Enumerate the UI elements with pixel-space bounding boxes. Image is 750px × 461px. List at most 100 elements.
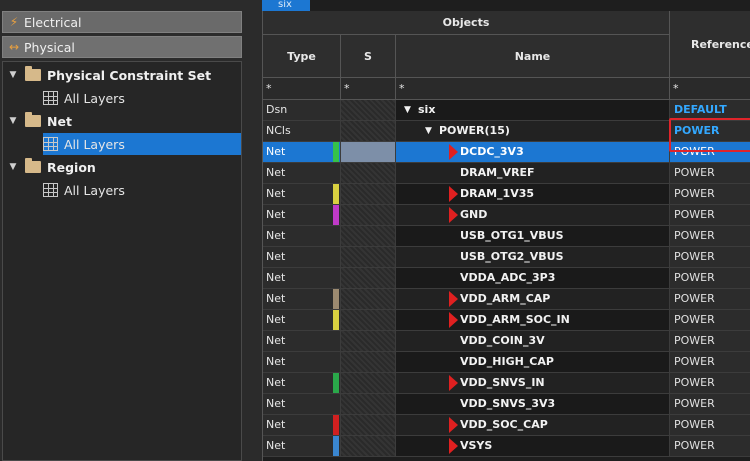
name-cell[interactable]: DRAM_1V35 bbox=[396, 184, 670, 204]
type-filter-input[interactable]: * bbox=[263, 78, 341, 99]
type-cell: Net bbox=[263, 373, 341, 393]
net-name: GND bbox=[460, 208, 488, 221]
name-cell[interactable]: VDDA_ADC_3P3 bbox=[396, 268, 670, 288]
name-cell[interactable]: DCDC_3V3 bbox=[396, 142, 670, 162]
net-name: VDD_SNVS_3V3 bbox=[460, 397, 556, 410]
referenced-cell[interactable]: POWER bbox=[670, 226, 750, 246]
s-cell[interactable] bbox=[341, 415, 396, 435]
name-cell[interactable]: VDD_SNVS_3V3 bbox=[396, 394, 670, 414]
tab-electrical[interactable]: ⚡ Electrical bbox=[2, 11, 242, 33]
s-cell[interactable] bbox=[341, 142, 396, 162]
tree-item-region[interactable]: ▼ Region bbox=[7, 156, 241, 178]
referenced-cell[interactable]: POWER bbox=[670, 205, 750, 225]
table-row[interactable]: Net VDD_SOC_CAP POWER bbox=[263, 415, 750, 436]
name-cell[interactable]: ▼ POWER(15) bbox=[396, 121, 670, 141]
name-cell[interactable]: GND bbox=[396, 205, 670, 225]
spreadsheet-panel: six Objects Referenced Type S Name * * *… bbox=[262, 0, 750, 461]
name-cell[interactable]: VDD_COIN_3V bbox=[396, 331, 670, 351]
table-row[interactable]: Net DRAM_VREF POWER bbox=[263, 163, 750, 184]
s-cell[interactable] bbox=[341, 268, 396, 288]
s-cell[interactable] bbox=[341, 226, 396, 246]
expand-triangle-icon[interactable]: ▼ bbox=[404, 100, 411, 120]
net-marker-icon bbox=[449, 312, 458, 328]
expand-triangle-icon[interactable]: ▼ bbox=[7, 116, 19, 126]
referenced-cell[interactable]: POWER bbox=[670, 373, 750, 393]
net-color-swatch bbox=[333, 310, 339, 330]
name-cell[interactable]: DRAM_VREF bbox=[396, 163, 670, 183]
tab-six[interactable]: six bbox=[262, 0, 310, 11]
name-cell[interactable]: VDD_SOC_CAP bbox=[396, 415, 670, 435]
referenced-cell[interactable]: DEFAULT bbox=[670, 100, 750, 120]
s-cell[interactable] bbox=[341, 394, 396, 414]
tree-item-net-all-layers[interactable]: All Layers bbox=[43, 133, 241, 155]
name-filter-input[interactable]: * bbox=[396, 78, 670, 99]
s-filter-input[interactable]: * bbox=[341, 78, 396, 99]
referenced-cell[interactable]: POWER bbox=[670, 184, 750, 204]
tree-item-region-all-layers[interactable]: All Layers bbox=[43, 179, 241, 201]
tab-physical[interactable]: ↔ Physical bbox=[2, 36, 242, 58]
table-row[interactable]: Net USB_OTG2_VBUS POWER bbox=[263, 247, 750, 268]
name-cell[interactable]: USB_OTG1_VBUS bbox=[396, 226, 670, 246]
table-row[interactable]: Net GND POWER bbox=[263, 205, 750, 226]
s-cell[interactable] bbox=[341, 121, 396, 141]
type-cell: Net bbox=[263, 268, 341, 288]
s-cell[interactable] bbox=[341, 100, 396, 120]
name-cell[interactable]: USB_OTG2_VBUS bbox=[396, 247, 670, 267]
table-row[interactable]: Net USB_OTG1_VBUS POWER bbox=[263, 226, 750, 247]
net-color-swatch bbox=[333, 142, 339, 162]
table-row[interactable]: Net VDD_ARM_SOC_IN POWER bbox=[263, 310, 750, 331]
tree-item-all-layers[interactable]: All Layers bbox=[43, 87, 241, 109]
type-cell: Net bbox=[263, 394, 341, 414]
tree-item-physical-constraint-set[interactable]: ▼ Physical Constraint Set bbox=[7, 64, 241, 86]
s-cell[interactable] bbox=[341, 310, 396, 330]
table-row[interactable]: Net VDD_ARM_CAP POWER bbox=[263, 289, 750, 310]
type-cell: Net bbox=[263, 310, 341, 330]
referenced-cell[interactable]: POWER bbox=[670, 310, 750, 330]
expand-triangle-icon[interactable]: ▼ bbox=[7, 70, 19, 80]
table-row[interactable]: Net DRAM_1V35 POWER bbox=[263, 184, 750, 205]
s-cell[interactable] bbox=[341, 352, 396, 372]
table-row[interactable]: Net VDD_HIGH_CAP POWER bbox=[263, 352, 750, 373]
s-cell[interactable] bbox=[341, 373, 396, 393]
table-row[interactable]: Net VDD_SNVS_3V3 POWER bbox=[263, 394, 750, 415]
referenced-cell[interactable]: POWER bbox=[670, 415, 750, 435]
type-cell: Net bbox=[263, 352, 341, 372]
table-row[interactable]: Net VDD_COIN_3V POWER bbox=[263, 331, 750, 352]
referenced-cell[interactable]: POWER bbox=[670, 268, 750, 288]
referenced-cell[interactable]: POWER bbox=[670, 247, 750, 267]
name-cell[interactable]: VDD_SNVS_IN bbox=[396, 373, 670, 393]
referenced-cell[interactable]: POWER bbox=[670, 394, 750, 414]
referenced-cell[interactable]: POWER bbox=[670, 436, 750, 456]
ref-filter-input[interactable]: * bbox=[670, 78, 750, 99]
referenced-cell[interactable]: POWER bbox=[670, 289, 750, 309]
referenced-column-header[interactable]: Referenced bbox=[670, 11, 750, 78]
s-cell[interactable] bbox=[341, 184, 396, 204]
s-cell[interactable] bbox=[341, 163, 396, 183]
expand-triangle-icon[interactable]: ▼ bbox=[7, 162, 19, 172]
s-cell[interactable] bbox=[341, 436, 396, 456]
tree-item-label: All Layers bbox=[64, 90, 125, 106]
s-cell[interactable] bbox=[341, 289, 396, 309]
type-column-header[interactable]: Type bbox=[263, 35, 341, 78]
name-cell[interactable]: VDD_HIGH_CAP bbox=[396, 352, 670, 372]
table-row[interactable]: Net VSYS POWER bbox=[263, 436, 750, 457]
s-cell[interactable] bbox=[341, 331, 396, 351]
name-cell[interactable]: ▼ six bbox=[396, 100, 670, 120]
name-cell[interactable]: VDD_ARM_CAP bbox=[396, 289, 670, 309]
name-column-header[interactable]: Name bbox=[396, 35, 670, 78]
referenced-cell[interactable]: POWER bbox=[670, 352, 750, 372]
name-cell[interactable]: VDD_ARM_SOC_IN bbox=[396, 310, 670, 330]
table-row[interactable]: Net VDD_SNVS_IN POWER bbox=[263, 373, 750, 394]
worksheet-tree: ▼ Physical Constraint Set All Layers ▼ N… bbox=[2, 61, 242, 461]
object-name: POWER(15) bbox=[439, 124, 510, 137]
net-color-swatch bbox=[333, 184, 339, 204]
name-cell[interactable]: VSYS bbox=[396, 436, 670, 456]
expand-triangle-icon[interactable]: ▼ bbox=[425, 121, 432, 141]
s-cell[interactable] bbox=[341, 247, 396, 267]
s-column-header[interactable]: S bbox=[341, 35, 396, 78]
referenced-cell[interactable]: POWER bbox=[670, 163, 750, 183]
s-cell[interactable] bbox=[341, 205, 396, 225]
referenced-cell[interactable]: POWER bbox=[670, 331, 750, 351]
table-row[interactable]: Net VDDA_ADC_3P3 POWER bbox=[263, 268, 750, 289]
tree-item-net[interactable]: ▼ Net bbox=[7, 110, 241, 132]
